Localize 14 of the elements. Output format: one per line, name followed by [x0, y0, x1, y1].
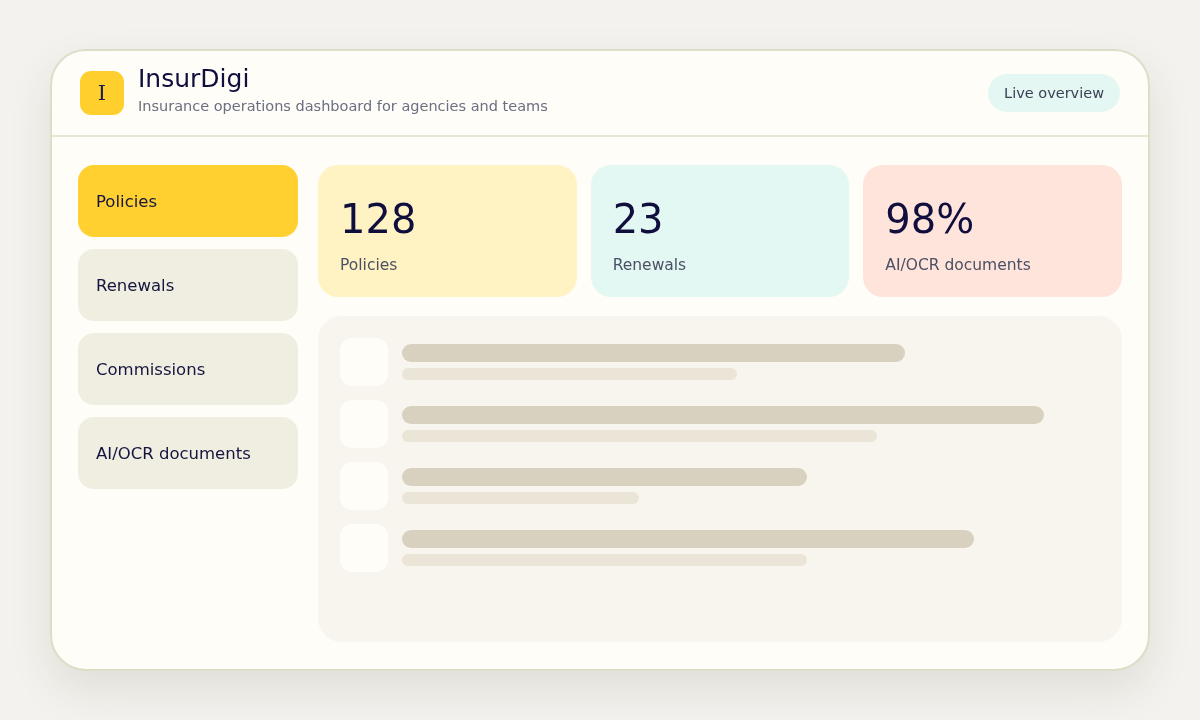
stat-label: AI/OCR documents — [885, 255, 1031, 276]
sidebar-item[interactable]: Commissions — [78, 333, 298, 405]
app-logo: I — [80, 71, 124, 115]
status-pill: Live overview — [988, 74, 1120, 112]
stat-label: Renewals — [612, 255, 687, 276]
app-title: InsurDigi — [138, 64, 250, 94]
stat-value: 98% — [885, 195, 975, 244]
stat-value: 23 — [612, 195, 664, 244]
sidebar-item[interactable]: Policies — [78, 165, 298, 237]
stat-label: Policies — [340, 255, 398, 276]
sidebar-item[interactable]: Renewals — [78, 249, 298, 321]
stat-value: 128 — [340, 195, 417, 244]
sidebar-item[interactable]: AI/OCR documents — [78, 417, 298, 489]
app-subtitle: Insurance operations dashboard for agencies and teams — [138, 97, 548, 116]
